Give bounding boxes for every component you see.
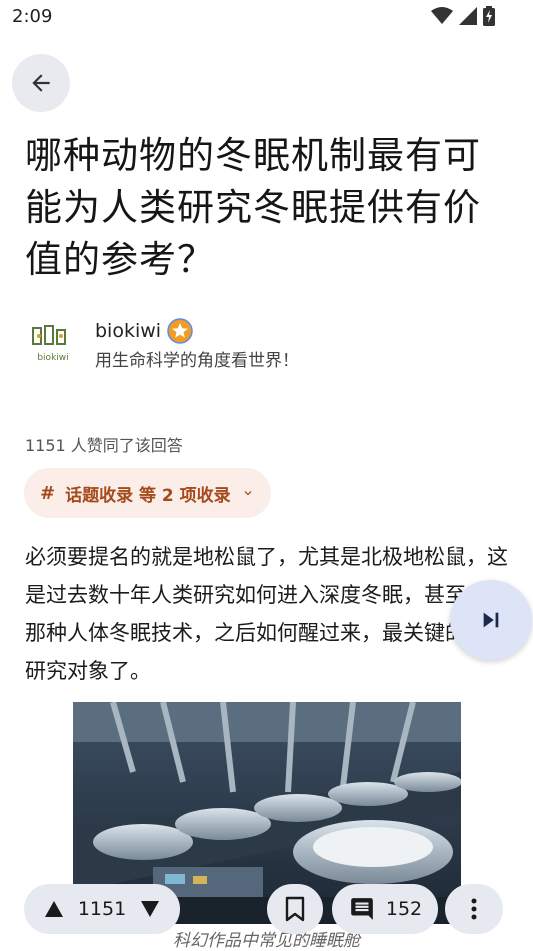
comment-button[interactable]: 152: [332, 884, 438, 934]
vote-count[interactable]: 1151: [78, 898, 126, 920]
bookmark-icon: [285, 896, 305, 922]
more-vertical-icon: [471, 898, 477, 920]
downvote-icon[interactable]: [140, 900, 160, 918]
answer-body: 必须要提名的就是地松鼠了，尤其是北极地松鼠，这是过去数十年人类研究如何进入深度冬…: [25, 545, 508, 683]
listen-play-button[interactable]: [450, 580, 532, 660]
author-name-wrap[interactable]: biokiwi: [95, 318, 193, 344]
svg-text:biokiwi: biokiwi: [37, 353, 68, 363]
question-title[interactable]: 哪种动物的冬眠机制最有可能为人类研究冬眠提供有价值的参考？: [25, 130, 505, 286]
comment-count: 152: [385, 898, 423, 920]
collection-chip[interactable]: # 话题收录 等 2 项收录: [24, 468, 271, 518]
status-icons: [431, 6, 495, 26]
author-name[interactable]: biokiwi: [95, 320, 161, 342]
author-row[interactable]: biokiwi biokiwi 用生命科学的角度看世界！: [25, 318, 505, 374]
author-bio: 用生命科学的角度看世界！: [95, 351, 299, 371]
collection-label: 话题收录 等 2 项收录: [65, 485, 231, 506]
wifi-icon: [431, 7, 453, 24]
status-time: 2:09: [12, 6, 53, 27]
hashtag-icon: #: [40, 482, 56, 504]
back-button[interactable]: [12, 54, 70, 112]
likes-text[interactable]: 1151 人赞同了该回答: [25, 432, 183, 456]
author-avatar[interactable]: biokiwi: [31, 322, 75, 366]
signal-icon: [459, 7, 477, 25]
arrow-left-icon: [32, 74, 50, 92]
vote-pill: 1151: [24, 884, 180, 934]
upvote-icon[interactable]: [44, 900, 64, 918]
comment-icon: [351, 898, 373, 920]
battery-charging-icon: [483, 6, 495, 26]
more-options-button[interactable]: [445, 884, 503, 934]
chevron-down-icon: [244, 491, 252, 496]
bookmark-button[interactable]: [267, 884, 323, 934]
skip-next-icon: [483, 612, 499, 628]
status-bar: 2:09: [0, 0, 533, 36]
verified-star-badge-icon: [167, 318, 193, 344]
